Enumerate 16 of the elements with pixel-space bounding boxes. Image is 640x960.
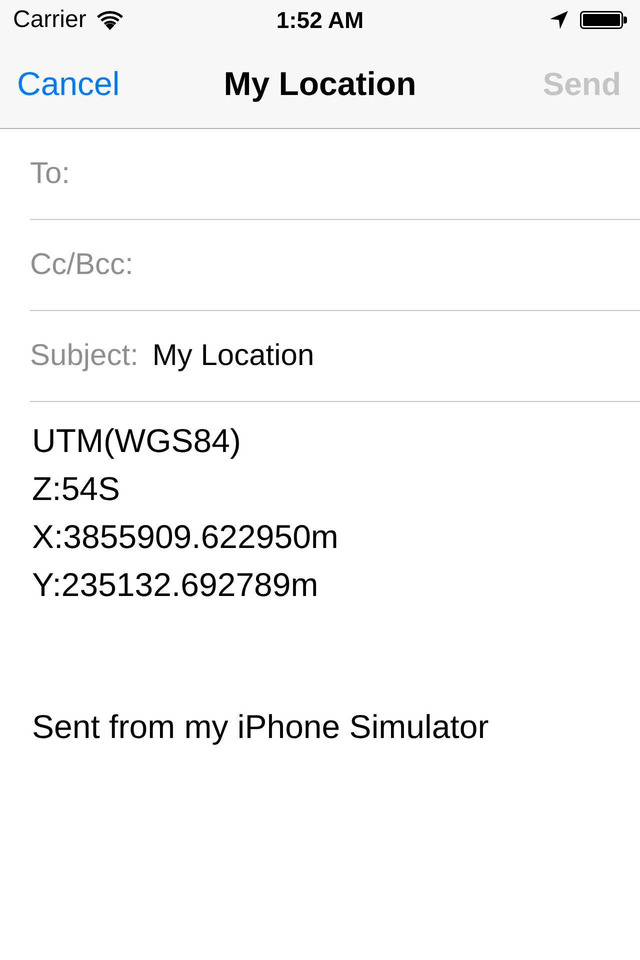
wifi-icon [97,10,124,30]
input-field[interactable]: My Location [152,311,640,401]
body-text-line: UTM(WGS84) [32,421,242,461]
signature-text: Sent from my iPhone Simulator [32,707,490,747]
status-time: 1:52 AM [276,6,364,34]
battery-icon [580,11,627,29]
carrier-name: Carrier [13,6,86,34]
body-text-line: Z:54S [32,469,122,509]
cancel-button[interactable]: Cancel [17,64,120,104]
field-label: Cc/Bcc: [30,247,134,283]
field-label: To: [30,156,70,192]
body-text-line: Y:235132.692789m [32,565,320,605]
body-text-line: X:3855909.622950m [32,517,340,557]
location-arrow-icon [550,11,568,29]
field-label: Subject: [30,338,138,374]
nav-title: My Location [224,64,416,104]
